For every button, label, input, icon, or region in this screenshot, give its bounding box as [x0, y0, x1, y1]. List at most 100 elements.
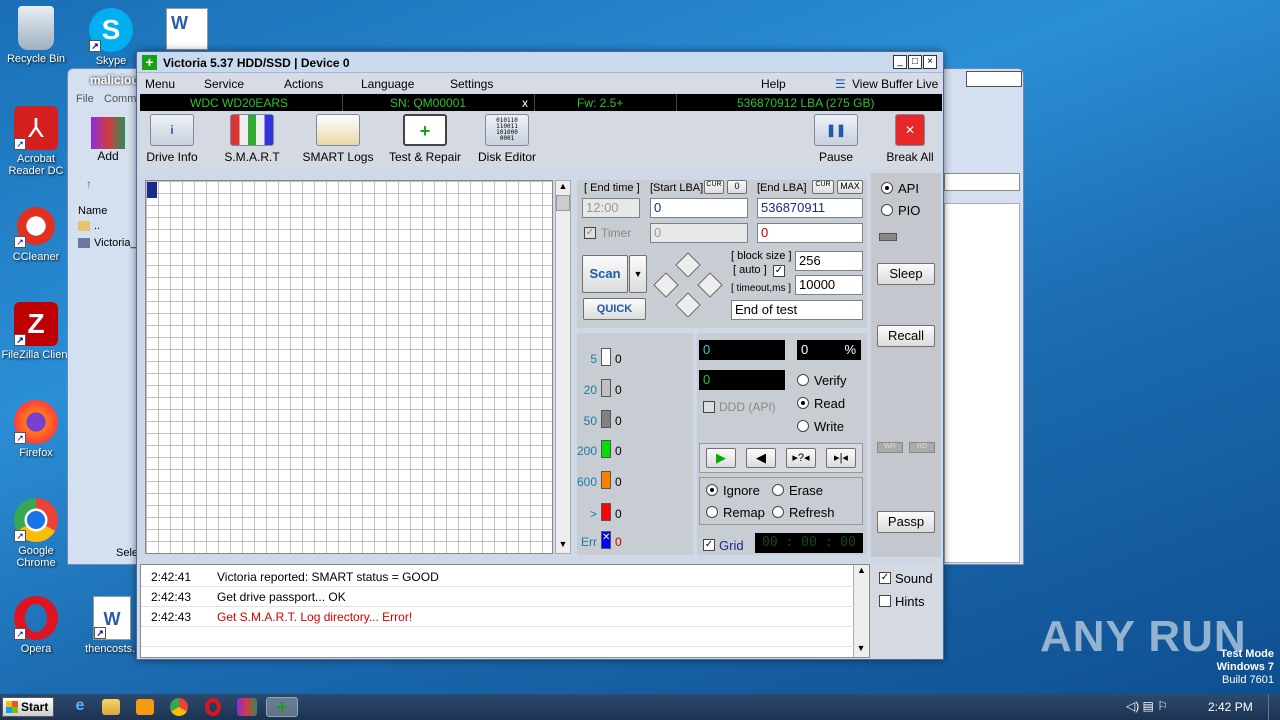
auto-checkbox[interactable]: ✓: [773, 265, 785, 277]
close-button[interactable]: ×: [923, 55, 937, 69]
verify-radio[interactable]: [797, 374, 809, 386]
menu-help[interactable]: Help: [761, 77, 786, 91]
menu-language[interactable]: Language: [361, 77, 414, 91]
log-scrollbar[interactable]: ▲ ▼: [853, 565, 869, 657]
desktop-icon-opera[interactable]: ↗ Opera: [0, 596, 72, 655]
skip-end-icon[interactable]: ▸|◂: [826, 448, 856, 468]
sleep-button[interactable]: Sleep: [877, 263, 935, 285]
sound-checkbox[interactable]: ✓: [879, 572, 891, 584]
end-action-select[interactable]: End of test: [731, 300, 863, 320]
erase-radio[interactable]: [772, 484, 784, 496]
bg-row-victoria[interactable]: Victoria_: [94, 237, 137, 249]
bg-add-button[interactable]: Add: [88, 117, 128, 163]
end-max-button[interactable]: MAX: [837, 180, 863, 194]
grid-scrollbar[interactable]: ▲ ▼: [555, 180, 571, 554]
log-entry[interactable]: 2:42:41 Victoria reported: SMART status =…: [141, 567, 855, 587]
maximize-button[interactable]: □: [908, 55, 922, 69]
start-lba-field[interactable]: 0: [650, 198, 748, 218]
bg-row-parent[interactable]: ..: [94, 220, 100, 232]
scroll-down-icon[interactable]: ▼: [556, 539, 570, 553]
menu-menu[interactable]: Menu: [145, 77, 175, 91]
tray-icons[interactable]: ◁) ▤ ⚐: [1126, 699, 1196, 715]
hints-checkbox[interactable]: [879, 595, 891, 607]
arrow-up-icon[interactable]: [675, 252, 701, 278]
ie-icon[interactable]: e: [68, 697, 92, 717]
opera-taskbar-icon[interactable]: [205, 698, 221, 716]
passp-button[interactable]: Passp: [877, 511, 935, 533]
disk-editor-button[interactable]: 010110 110011 101000 0001 Disk Editor: [476, 114, 538, 164]
victoria-taskbar-icon[interactable]: +: [266, 697, 298, 717]
minimize-button[interactable]: _: [893, 55, 907, 69]
clock[interactable]: 2:42 PM: [1208, 700, 1253, 714]
api-radio[interactable]: [881, 182, 893, 194]
refresh-radio[interactable]: [772, 506, 784, 518]
scroll-down-icon[interactable]: ▼: [854, 643, 868, 657]
ddd-checkbox[interactable]: [703, 401, 715, 413]
write-radio[interactable]: [797, 420, 809, 432]
desktop-icon-firefox[interactable]: ↗ Firefox: [0, 400, 72, 459]
media-player-icon[interactable]: [136, 699, 154, 715]
log-entry[interactable]: 2:42:43 Get S.M.A.R.T. Log directory... E…: [141, 607, 855, 627]
play-icon[interactable]: ▶: [706, 448, 736, 468]
start-button[interactable]: Start: [2, 697, 54, 717]
scan-dropdown-icon[interactable]: ▼: [629, 255, 647, 293]
serial-x[interactable]: x: [522, 96, 528, 110]
pause-button[interactable]: ❚❚ Pause: [812, 114, 860, 164]
show-desktop-button[interactable]: [1268, 694, 1280, 720]
word-doc-icon[interactable]: W: [166, 8, 208, 50]
rewind-icon[interactable]: ◀: [746, 448, 776, 468]
timer-field[interactable]: 0: [650, 223, 748, 243]
recall-button[interactable]: Recall: [877, 325, 935, 347]
quick-button[interactable]: QUICK: [583, 298, 646, 320]
desktop-icon-ccleaner[interactable]: ↗ CCleaner: [0, 204, 72, 263]
read-radio[interactable]: [797, 397, 809, 409]
end-lba-field[interactable]: 536870911: [757, 198, 863, 218]
menu-service[interactable]: Service: [204, 77, 244, 91]
test-repair-button[interactable]: + Test & Repair: [386, 114, 464, 164]
end-value-field[interactable]: 0: [757, 223, 863, 243]
end-cur-button[interactable]: CUR: [812, 180, 834, 194]
direction-pad[interactable]: [653, 252, 723, 318]
bg-window-controls[interactable]: [966, 71, 1022, 87]
start-zero-button[interactable]: 0: [727, 180, 747, 194]
scan-grid[interactable]: [145, 180, 553, 554]
timer-checkbox[interactable]: ✓: [584, 227, 596, 239]
view-buffer-live[interactable]: View Buffer Live: [852, 77, 938, 91]
block-size-select[interactable]: 256: [795, 251, 863, 271]
smart-button[interactable]: S.M.A.R.T: [222, 114, 282, 164]
pio-radio[interactable]: [881, 204, 893, 216]
menu-actions[interactable]: Actions: [284, 77, 323, 91]
winrar-taskbar-icon[interactable]: [237, 698, 257, 716]
scroll-up-icon[interactable]: ▲: [556, 181, 570, 195]
desktop-icon-chrome[interactable]: ↗ Google Chrome: [0, 498, 72, 569]
grid-checkbox[interactable]: ✓: [703, 539, 715, 551]
desktop-icon-acrobat[interactable]: ⅄ ↗ Acrobat Reader DC: [0, 106, 72, 177]
break-all-button[interactable]: ✕ Break All: [884, 114, 936, 164]
drive-info-button[interactable]: i Drive Info: [142, 114, 202, 164]
scroll-thumb[interactable]: [556, 195, 570, 211]
scan-button[interactable]: Scan: [582, 255, 628, 293]
arrow-down-icon[interactable]: [675, 292, 701, 318]
victoria-window[interactable]: + Victoria 5.37 HDD/SSD | Device 0 _ □ ×…: [136, 51, 944, 660]
log-panel[interactable]: ▲ ▼ 2:42:41 Victoria reported: SMART stat…: [140, 564, 870, 658]
ignore-radio[interactable]: [706, 484, 718, 496]
scroll-up-icon[interactable]: ▲: [854, 565, 869, 579]
arrow-left-icon[interactable]: [653, 272, 679, 298]
explorer-icon[interactable]: [102, 699, 120, 715]
bg-up-icon[interactable]: ↑: [86, 177, 92, 191]
bg-menu-file[interactable]: File: [76, 93, 94, 105]
log-entry[interactable]: 2:42:43 Get drive passport... OK: [141, 587, 855, 607]
arrow-right-icon[interactable]: [697, 272, 723, 298]
title-bar[interactable]: + Victoria 5.37 HDD/SSD | Device 0 _ □ ×: [137, 52, 943, 73]
bg-column-name[interactable]: Name: [78, 205, 107, 217]
end-time-field[interactable]: 12:00: [582, 198, 640, 218]
menu-settings[interactable]: Settings: [450, 77, 493, 91]
desktop-icon-recycle-bin[interactable]: Recycle Bin: [0, 6, 72, 65]
chrome-taskbar-icon[interactable]: [170, 698, 188, 716]
timeout-select[interactable]: 10000: [795, 275, 863, 295]
start-cur-button[interactable]: CUR: [704, 180, 724, 194]
desktop-icon-filezilla[interactable]: Z ↗ FileZilla Client: [0, 302, 72, 361]
remap-radio[interactable]: [706, 506, 718, 518]
seek-unknown-icon[interactable]: ▸?◂: [786, 448, 816, 468]
smart-logs-button[interactable]: SMART Logs: [302, 114, 374, 164]
